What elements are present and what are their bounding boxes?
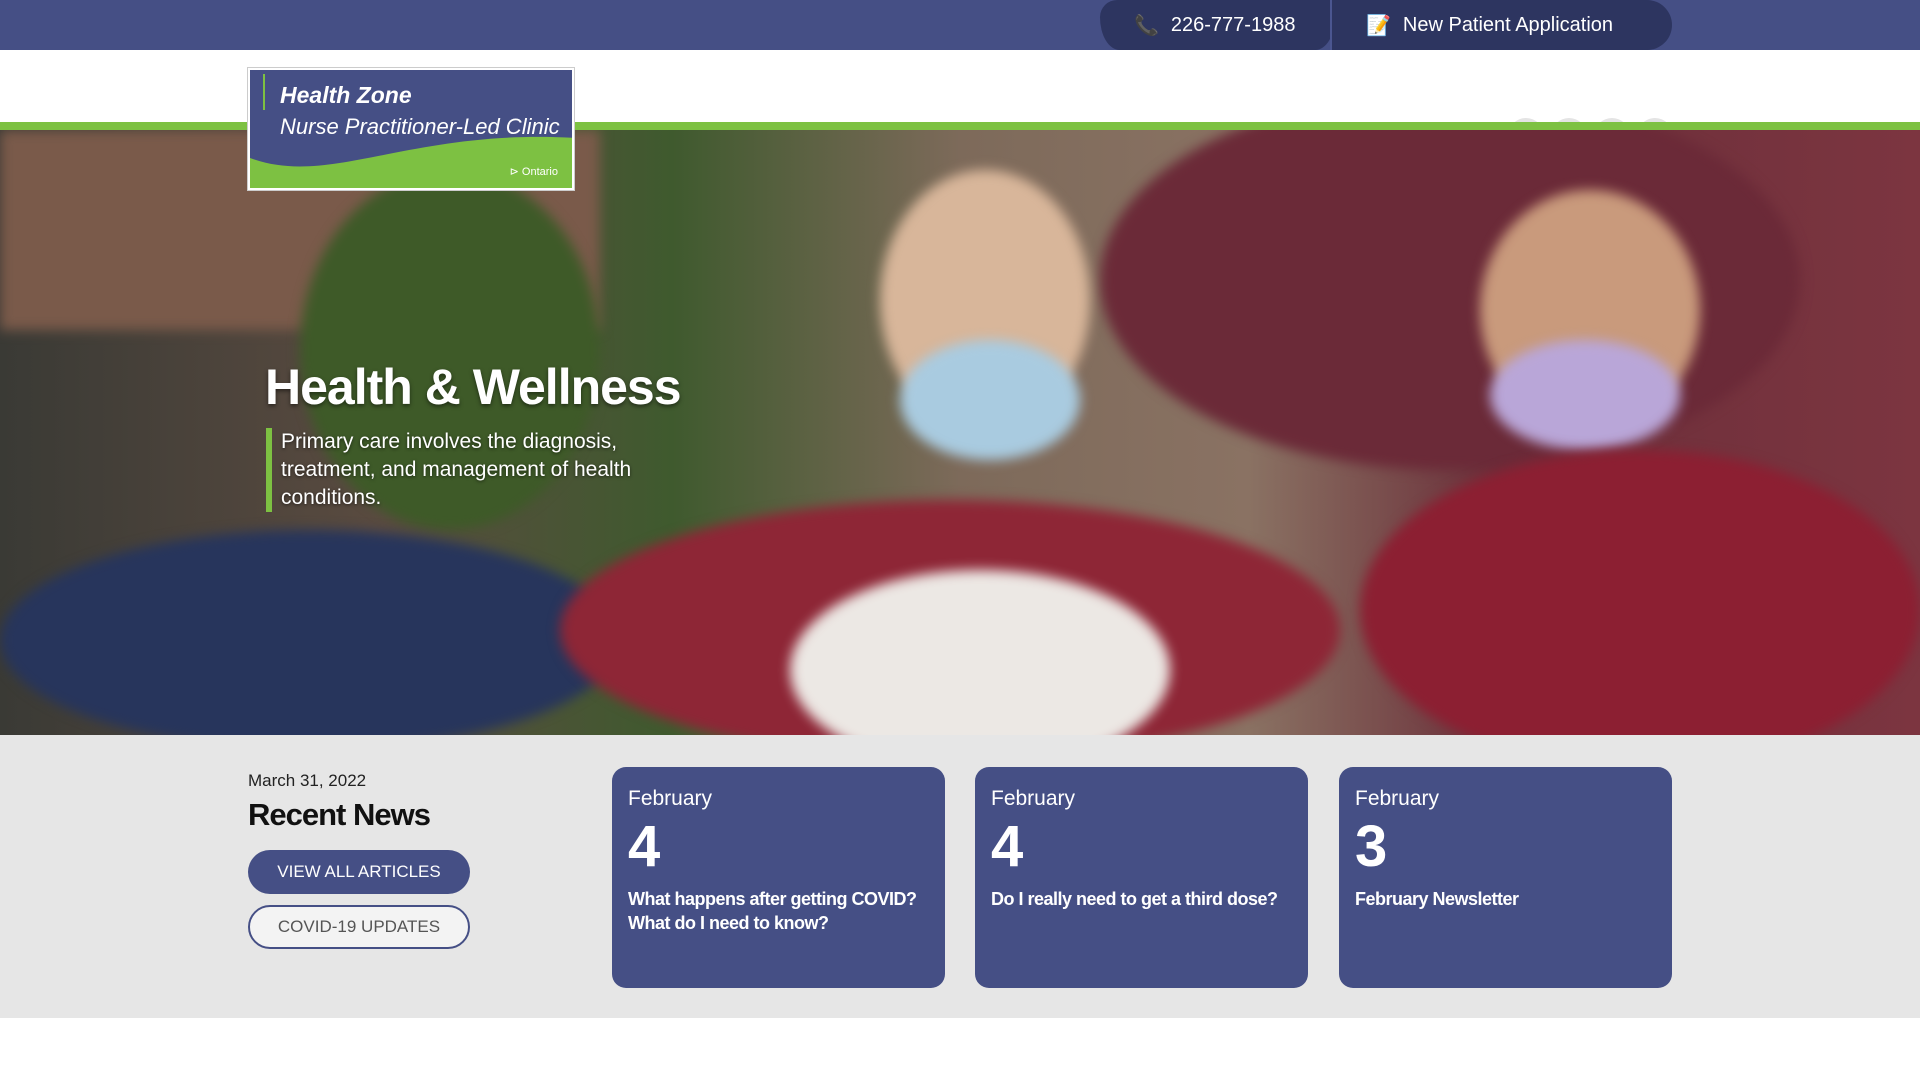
- news-title: Do I really need to get a third dose?: [991, 889, 1278, 909]
- logo[interactable]: Health Zone Nurse Practitioner-Led Clini…: [248, 68, 574, 190]
- news-day: 4: [991, 814, 1024, 879]
- news-card[interactable]: February 4 Do I really need to get a third…: [975, 767, 1308, 988]
- hero-banner: Health & Wellness Primary care involves …: [0, 130, 1920, 735]
- covid-updates-button[interactable]: COVID-19 UPDATES: [248, 905, 470, 949]
- top-bar: 📞 226-777-1988 📝 New Patient Application: [0, 0, 1920, 50]
- phone-number: 226-777-1988: [1170, 13, 1296, 36]
- news-title: What happens after getting COVID? What d…: [628, 889, 917, 933]
- news-day: 4: [628, 814, 661, 879]
- logo-wave: [250, 136, 572, 188]
- person-left: [0, 530, 620, 735]
- mask-blue: [900, 340, 1080, 460]
- news-card[interactable]: February 4 What happens after getting COVI…: [612, 767, 945, 988]
- view-all-articles-button[interactable]: VIEW ALL ARTICLES: [248, 850, 470, 894]
- person-right-shirt: [1360, 450, 1920, 735]
- news-month: February: [991, 787, 1076, 810]
- new-patient-application-link[interactable]: 📝 New Patient Application: [1330, 0, 1672, 50]
- news-month: February: [1355, 787, 1440, 810]
- hero-text: Primary care involves the diagnosis, tre…: [281, 430, 632, 509]
- news-month: February: [628, 787, 713, 810]
- hero-accent-bar: [266, 428, 272, 512]
- logo-accent: [263, 74, 265, 110]
- news-card[interactable]: February 3 February Newsletter: [1339, 767, 1672, 988]
- logo-title: Health Zone: [280, 82, 412, 108]
- mask-purple: [1490, 340, 1680, 450]
- phone-link[interactable]: 📞 226-777-1988: [1100, 0, 1335, 50]
- news-date: March 31, 2022: [248, 771, 367, 790]
- news-day: 3: [1355, 814, 1388, 879]
- recent-news-heading: Recent News: [248, 797, 431, 832]
- hero-title: Health & Wellness: [265, 359, 682, 415]
- application-label: New Patient Application: [1402, 13, 1614, 36]
- news-title: February Newsletter: [1355, 889, 1519, 909]
- ontario-logo: ⊳ Ontario: [509, 166, 558, 178]
- form-icon: 📝: [1366, 14, 1391, 37]
- recent-news-section: March 31, 2022 Recent News VIEW ALL ARTI…: [0, 735, 1920, 1018]
- phone-icon: 📞: [1134, 14, 1159, 37]
